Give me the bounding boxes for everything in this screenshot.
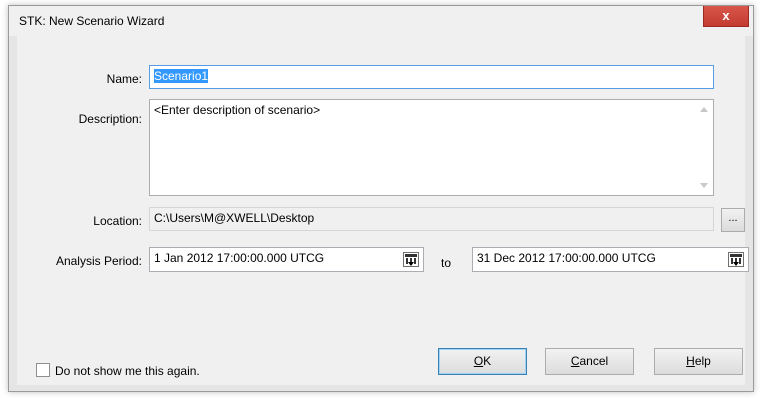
start-calendar-icon[interactable] [403,252,419,267]
analysis-period-label: Analysis Period: [55,254,142,268]
description-value: <Enter description of scenario> [154,103,321,117]
browse-button[interactable]: ... [721,208,745,232]
do-not-show-label[interactable]: Do not show me this again. [55,364,200,378]
scroll-down-icon[interactable] [700,183,708,188]
stop-time-field[interactable]: 31 Dec 2012 17:00:00.000 UTCG [472,247,749,272]
cancel-label-rest: ancel [579,354,609,368]
window-title: STK: New Scenario Wizard [19,14,165,28]
ok-mnemonic: O [473,354,484,368]
scroll-up-icon[interactable] [700,107,708,112]
name-input-value: Scenario1 [154,69,209,83]
start-time-value: 1 Jan 2012 17:00:00.000 UTCG [154,251,325,265]
close-button[interactable]: x [703,6,749,27]
start-time-field[interactable]: 1 Jan 2012 17:00:00.000 UTCG [149,247,424,272]
close-icon: x [722,8,730,23]
name-label: Name: [106,72,142,86]
location-label: Location: [93,214,142,228]
to-label: to [441,256,452,270]
description-textarea[interactable]: <Enter description of scenario> [149,99,714,196]
location-value: C:\Users\M@XWELL\Desktop [154,211,315,225]
stop-calendar-icon[interactable] [728,252,744,267]
help-button[interactable]: Help [654,348,743,375]
description-scrollbar[interactable] [697,101,712,194]
ok-button[interactable]: OK [438,348,527,375]
do-not-show-checkbox[interactable] [36,363,50,377]
ok-label-rest: K [483,354,492,368]
cancel-button[interactable]: Cancel [545,348,634,375]
stop-time-value: 31 Dec 2012 17:00:00.000 UTCG [477,251,656,265]
browse-label: ... [728,212,738,224]
location-field: C:\Users\M@XWELL\Desktop [149,207,714,231]
title-bar[interactable]: STK: New Scenario Wizard x [9,6,753,36]
help-label-rest: elp [694,354,711,368]
help-mnemonic: H [686,354,695,368]
new-scenario-wizard-dialog: STK: New Scenario Wizard x Name: Scenari… [8,5,754,392]
description-label: Description: [78,112,142,126]
name-input[interactable]: Scenario1 [149,65,714,89]
dialog-body: Name: Scenario1 Description: <Enter desc… [17,36,749,385]
